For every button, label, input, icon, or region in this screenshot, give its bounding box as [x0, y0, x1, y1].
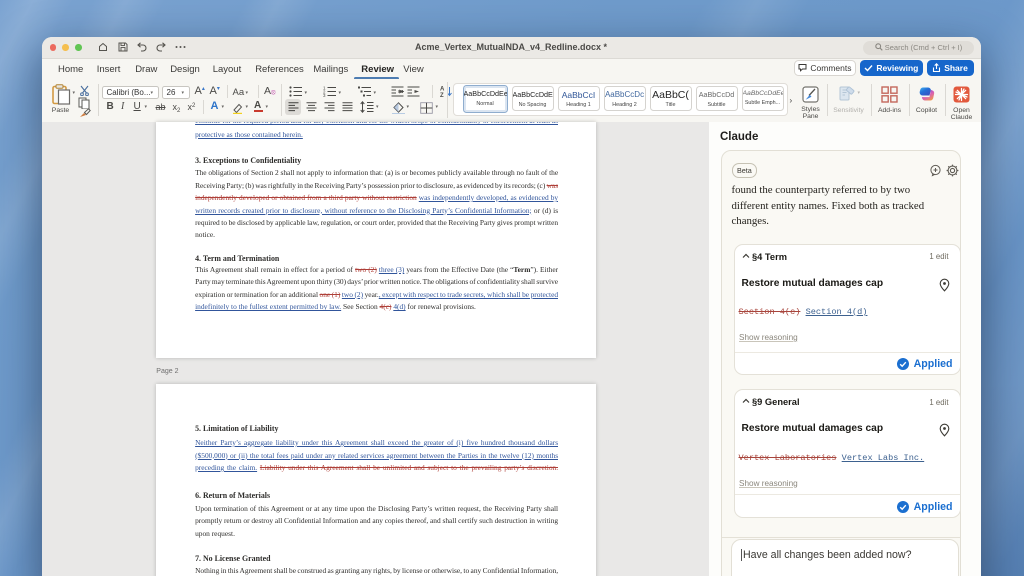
svg-text:Z: Z: [440, 93, 444, 97]
svg-text:A: A: [440, 87, 445, 93]
svg-text:3: 3: [323, 93, 326, 97]
